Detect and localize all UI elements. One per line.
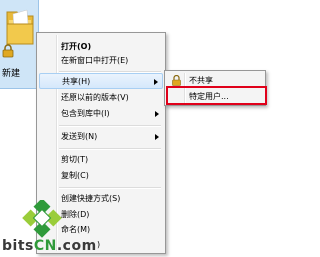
watermark-text-prefix: bits	[2, 238, 34, 254]
menu-separator	[59, 148, 161, 150]
share-submenu: 不共享 特定用户...	[164, 70, 266, 106]
submenu-arrow-icon	[155, 134, 159, 140]
desktop-folder[interactable]: 新建	[0, 0, 39, 89]
folder-name-label: 新建	[2, 69, 21, 79]
menu-item-label: 共享(H)	[62, 77, 91, 86]
submenu-item-specific-people[interactable]: 特定用户...	[167, 89, 263, 104]
menu-item-label: 还原以前的版本(V)	[61, 93, 129, 102]
menu-separator	[59, 187, 161, 189]
submenu-arrow-icon	[154, 79, 158, 85]
submenu-item-nobody[interactable]: 不共享	[167, 73, 263, 88]
menu-item-copy[interactable]: 复制(C)	[39, 168, 163, 184]
menu-item-label: 发送到(N)	[61, 132, 98, 141]
submenu-arrow-icon	[155, 111, 159, 117]
menu-separator	[59, 125, 161, 127]
folder-icon	[6, 9, 34, 45]
padlock-icon	[2, 44, 14, 58]
menu-item-open-new-window[interactable]: 在新窗口中打开(E)	[39, 53, 163, 69]
menu-item-cut[interactable]: 剪切(T)	[39, 152, 163, 168]
menu-item-label: 剪切(T)	[61, 155, 89, 164]
logo-mark-icon	[22, 200, 62, 238]
menu-item-label: 复制(C)	[61, 171, 89, 180]
desktop: 新建 打开(O) 在新窗口中打开(E) 共享(H) 还原以前的版本(V) 包含到…	[0, 0, 267, 257]
menu-item-send-to[interactable]: 发送到(N)	[39, 129, 163, 145]
watermark-text: bitsCN.com	[2, 238, 97, 254]
menu-item-include-in-library[interactable]: 包含到库中(I)	[39, 106, 163, 122]
submenu-item-label: 特定用户...	[189, 92, 229, 101]
menu-item-share[interactable]: 共享(H)	[39, 73, 163, 89]
submenu-item-label: 不共享	[189, 76, 213, 85]
menu-item-restore-previous-versions[interactable]: 还原以前的版本(V)	[39, 90, 163, 106]
watermark-text-suffix: .com	[56, 238, 97, 254]
lock-icon	[172, 75, 181, 86]
menu-item-label: 在新窗口中打开(E)	[61, 56, 129, 65]
watermark-logo: bitsCN.com	[0, 200, 110, 257]
menu-item-label: 包含到库中(I)	[61, 109, 110, 118]
watermark-text-cn: CN	[33, 238, 57, 254]
